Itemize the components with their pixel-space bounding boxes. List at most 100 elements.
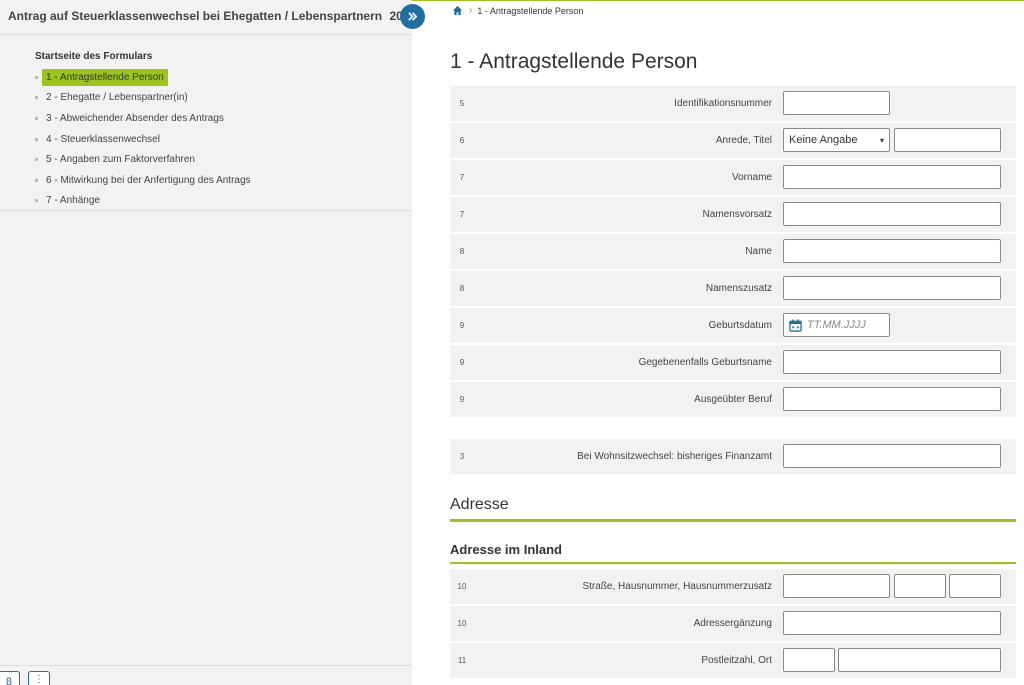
form-start-link[interactable]: Startseite des Formulars [35, 51, 152, 62]
bullet-icon [35, 96, 38, 100]
field-label: Adressergänzung [693, 618, 772, 629]
field-label: Ausgeübter Beruf [694, 394, 772, 405]
field-number: 10 [457, 619, 467, 628]
bullet-icon [35, 137, 38, 141]
strasse-input[interactable] [783, 574, 890, 598]
form-row-geburtsdatum: 9 Geburtsdatum TT.MM.JJJJ [450, 308, 1016, 343]
main-content: › 1 - Antragstellende Person 1 - Antrags… [412, 0, 1024, 685]
divider [0, 665, 412, 666]
more-vertical-icon: ⋮ [34, 674, 44, 685]
field-label: Bei Wohnsitzwechsel: bisheriges Finanzam… [577, 451, 772, 462]
nav-item-label: 6 - Mitwirkung bei der Anfertigung des A… [46, 174, 251, 186]
field-label: Vorname [731, 172, 772, 183]
form-row-strasse: 10 Straße, Hausnummer, Hausnummerzusatz [450, 569, 1016, 604]
key-icon: ꞵ [5, 677, 13, 685]
geburtsdatum-input[interactable]: TT.MM.JJJJ [783, 313, 890, 337]
field-label: Anrede, Titel [715, 135, 772, 146]
divider [0, 210, 412, 211]
postleitzahl-input[interactable] [783, 648, 835, 672]
more-options-button[interactable]: ⋮ [28, 671, 50, 685]
field-label: Namenszusatz [705, 283, 772, 294]
form-row-adressergaenzung: 10 Adressergänzung [450, 606, 1016, 641]
key-button[interactable]: ꞵ [0, 671, 20, 685]
section-nav: 1 - Antragstellende Person 2 - Ehegatte … [35, 67, 255, 211]
bullet-icon [35, 116, 38, 120]
section-divider [450, 519, 1016, 522]
bullet-icon [35, 178, 38, 182]
form-row-namenszusatz: 8 Namenszusatz [450, 271, 1016, 306]
page-title: 1 - Antragstellende Person [450, 50, 698, 73]
hausnummer-input[interactable] [894, 574, 946, 598]
field-number: 7 [459, 173, 465, 182]
divider [412, 0, 1024, 1]
nav-item-label: 3 - Abweichender Absender des Antrags [46, 112, 224, 124]
ort-input[interactable] [838, 648, 1001, 672]
subsection-divider [450, 562, 1016, 564]
nav-item-1[interactable]: 1 - Antragstellende Person [35, 67, 255, 88]
nav-item-2[interactable]: 2 - Ehegatte / Lebenspartner(in) [35, 88, 255, 109]
field-label: Geburtsdatum [708, 320, 772, 331]
sidebar: Antrag auf Steuerklassenwechsel bei Eheg… [0, 0, 416, 685]
date-placeholder: TT.MM.JJJJ [807, 319, 866, 331]
geburtsname-input[interactable] [783, 350, 1001, 374]
name-input[interactable] [783, 239, 1001, 263]
namenszusatz-input[interactable] [783, 276, 1001, 300]
nav-item-5[interactable]: 5 - Angaben zum Faktorverfahren [35, 149, 255, 170]
subsection-heading-inland: Adresse im Inland [450, 542, 562, 557]
breadcrumb: › 1 - Antragstellende Person [452, 5, 583, 16]
form-row-identifikationsnummer: 5 Identifikationsnummer [450, 86, 1016, 121]
field-number: 11 [457, 656, 467, 665]
form-row-namensvorsatz: 7 Namensvorsatz [450, 197, 1016, 232]
bullet-icon [35, 199, 38, 203]
form-title-text: Antrag auf Steuerklassenwechsel bei Eheg… [8, 9, 383, 23]
calendar-icon[interactable] [789, 318, 802, 332]
field-number: 8 [459, 247, 465, 256]
field-number: 9 [459, 321, 465, 330]
form-row-geburtsname: 9 Gegebenenfalls Geburtsname [450, 345, 1016, 380]
field-number: 5 [459, 99, 465, 108]
form-row-name: 8 Name [450, 234, 1016, 269]
nav-item-label: 4 - Steuerklassenwechsel [46, 133, 160, 145]
bullet-icon [35, 75, 38, 79]
field-number: 3 [459, 452, 465, 461]
collapse-sidebar-button[interactable] [400, 4, 425, 29]
field-label: Gegebenenfalls Geburtsname [638, 357, 772, 368]
form-row-vorname: 7 Vorname [450, 160, 1016, 195]
nav-item-4[interactable]: 4 - Steuerklassenwechsel [35, 129, 255, 150]
titel-input[interactable] [894, 128, 1001, 152]
anrede-select-value: Keine Angabe [789, 134, 858, 146]
identifikationsnummer-input[interactable] [783, 91, 890, 115]
field-number: 8 [459, 284, 465, 293]
nav-item-6[interactable]: 6 - Mitwirkung bei der Anfertigung des A… [35, 170, 255, 191]
field-number: 9 [459, 358, 465, 367]
nav-item-label: 2 - Ehegatte / Lebenspartner(in) [46, 92, 188, 104]
field-label: Straße, Hausnummer, Hausnummerzusatz [582, 581, 772, 592]
namensvorsatz-input[interactable] [783, 202, 1001, 226]
field-label: Identifikationsnummer [674, 98, 772, 109]
nav-item-3[interactable]: 3 - Abweichender Absender des Antrags [35, 108, 255, 129]
field-number: 10 [457, 582, 467, 591]
field-number: 6 [459, 136, 465, 145]
field-label: Postleitzahl, Ort [701, 655, 772, 666]
double-chevron-right-icon [408, 12, 418, 21]
anrede-select[interactable]: Keine Angabe ▾ [783, 128, 890, 152]
field-label: Namensvorsatz [702, 209, 772, 220]
nav-item-7[interactable]: 7 - Anhänge [35, 191, 255, 212]
adressergaenzung-input[interactable] [783, 611, 1001, 635]
beruf-input[interactable] [783, 387, 1001, 411]
nav-item-label: 1 - Antragstellende Person [42, 68, 168, 86]
nav-item-label: 7 - Anhänge [46, 195, 100, 207]
home-icon[interactable] [452, 5, 463, 16]
chevron-down-icon: ▾ [879, 135, 884, 145]
form-row-beruf: 9 Ausgeübter Beruf [450, 382, 1016, 417]
finanzamt-input[interactable] [783, 444, 1001, 468]
vorname-input[interactable] [783, 165, 1001, 189]
field-number: 7 [459, 210, 465, 219]
field-label: Name [745, 246, 772, 257]
form-row-plz-ort: 11 Postleitzahl, Ort [450, 643, 1016, 678]
hausnummerzusatz-input[interactable] [949, 574, 1001, 598]
section-heading-adresse: Adresse [450, 496, 509, 513]
divider [0, 34, 412, 35]
form-row-finanzamt: 3 Bei Wohnsitzwechsel: bisheriges Finanz… [450, 439, 1016, 474]
form-row-anrede-titel: 6 Anrede, Titel Keine Angabe ▾ [450, 123, 1016, 158]
